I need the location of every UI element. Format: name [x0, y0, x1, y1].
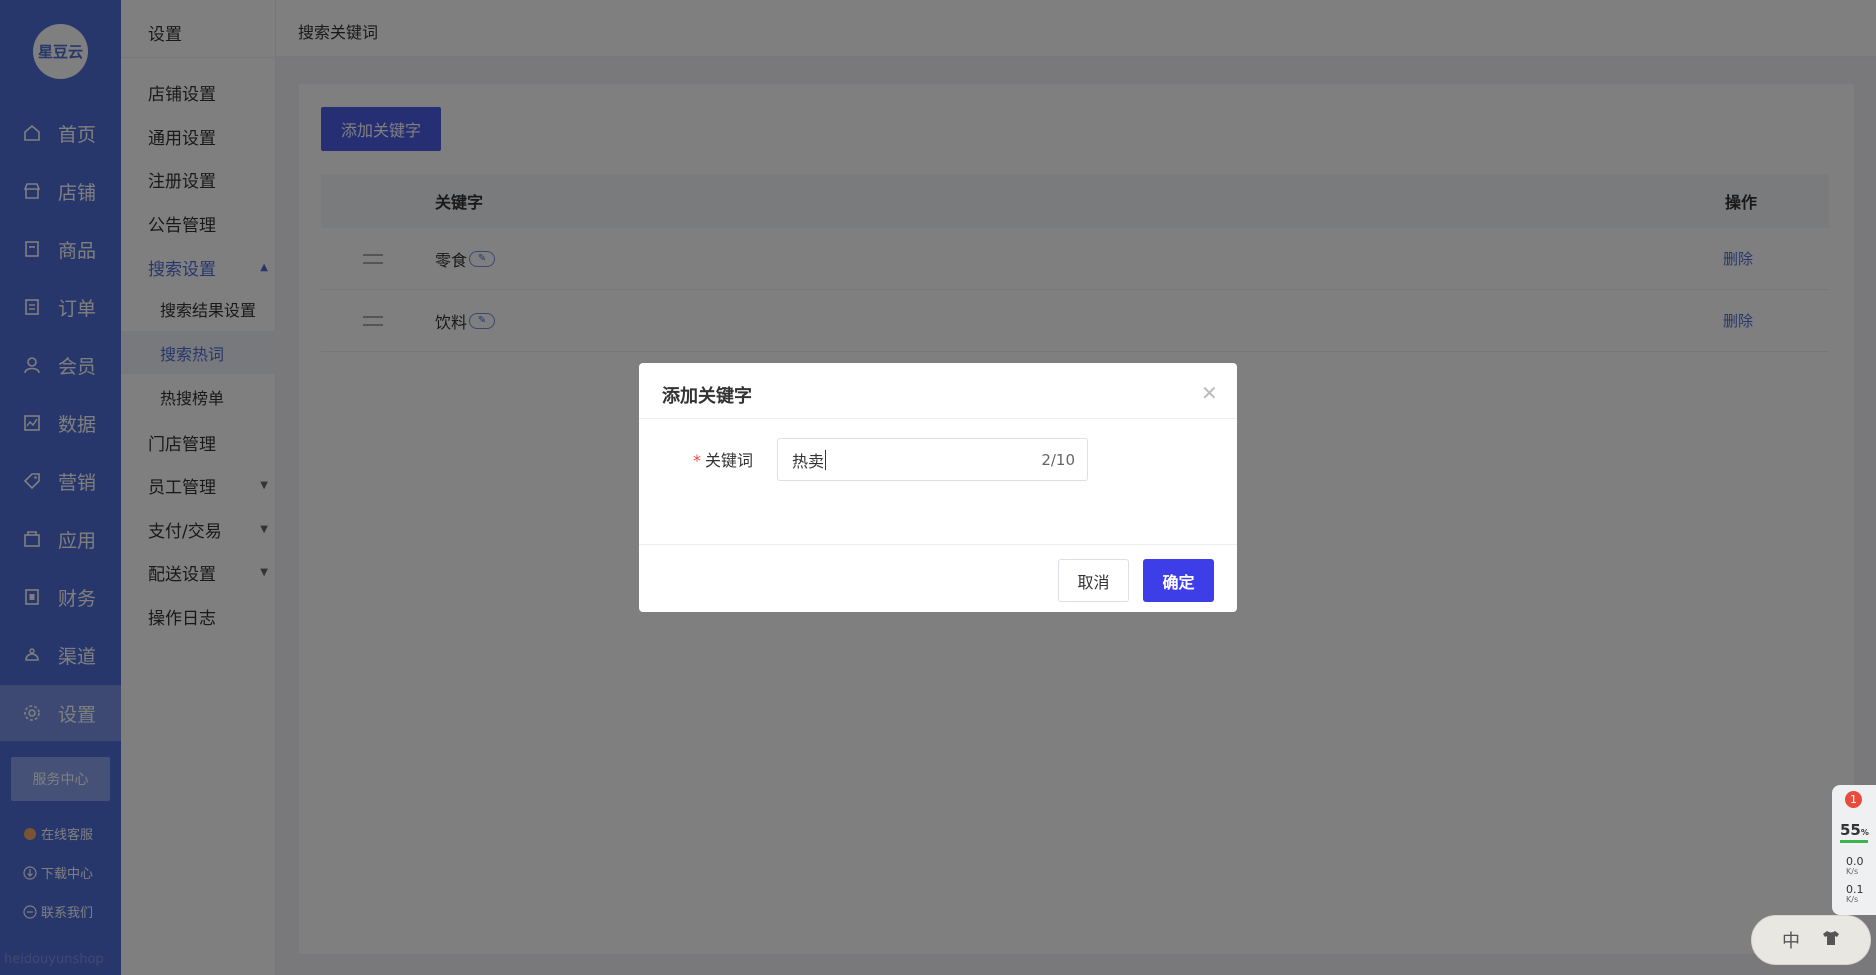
system-monitor-widget[interactable]: 1 55% 0.0 K/s 0.1 K/s — [1832, 785, 1876, 915]
keyword-input-value: 热卖 — [792, 451, 825, 471]
keyword-input[interactable]: 热卖 2/10 — [777, 438, 1088, 481]
keyword-field-label: * 关键词 — [693, 447, 753, 471]
add-keyword-dialog: 添加关键字 ✕ * 关键词 热卖 2/10 取消 确定 — [639, 363, 1237, 612]
shirt-icon[interactable] — [1822, 930, 1840, 951]
memory-percent-value: 55 — [1840, 821, 1861, 839]
upload-rate: 0.0 K/s — [1846, 856, 1864, 877]
upload-rate-unit: K/s — [1846, 867, 1859, 876]
text-cursor — [825, 449, 827, 470]
download-rate-unit: K/s — [1846, 895, 1859, 904]
required-mark: * — [693, 451, 701, 470]
cancel-button[interactable]: 取消 — [1058, 559, 1129, 602]
close-icon[interactable]: ✕ — [1201, 381, 1218, 405]
memory-percent-unit: % — [1860, 828, 1869, 837]
keyword-field-label-text: 关键词 — [705, 451, 754, 470]
dialog-title: 添加关键字 — [662, 386, 752, 407]
dialog-divider — [639, 418, 1237, 419]
memory-bar — [1840, 840, 1868, 843]
memory-percent: 55% — [1840, 821, 1869, 839]
ime-mode-label[interactable]: 中 — [1782, 927, 1800, 953]
ime-toolbar[interactable]: 中 — [1751, 915, 1871, 965]
confirm-button[interactable]: 确定 — [1143, 559, 1214, 602]
char-count: 2/10 — [1041, 450, 1075, 469]
notification-badge: 1 — [1845, 791, 1862, 808]
dialog-footer-divider — [639, 544, 1237, 545]
download-rate: 0.1 K/s — [1846, 884, 1864, 905]
